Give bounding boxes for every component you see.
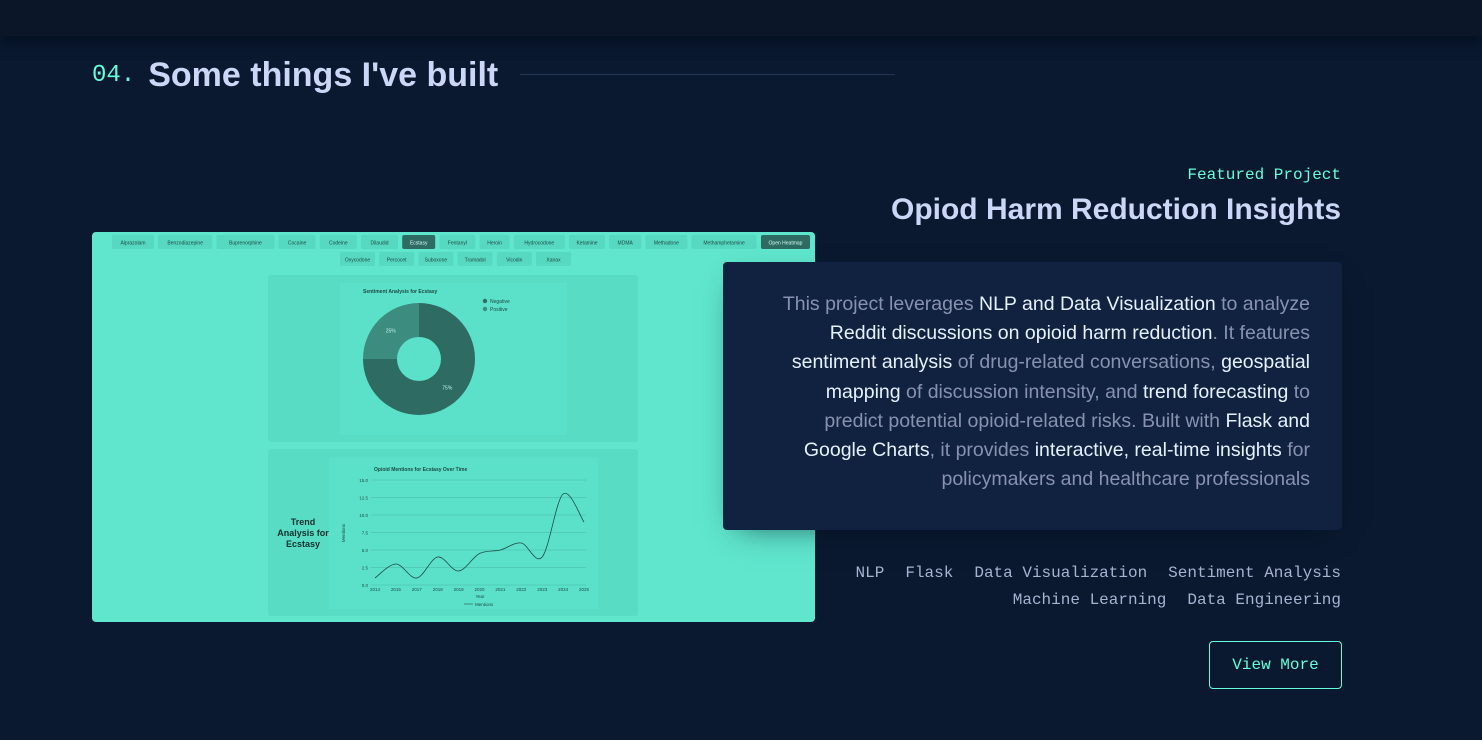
drug-button-label: Buprenorphine (229, 241, 262, 247)
description-highlight: sentiment analysis (791, 351, 953, 374)
y-tick-label: 2.5 (362, 565, 369, 570)
tech-item: Data Visualization (974, 564, 1148, 582)
description-text: . It features (1212, 322, 1310, 345)
section-title: Some things I've built (148, 55, 499, 94)
project-description: This project leverages NLP and Data Visu… (723, 262, 1342, 530)
project-title[interactable]: Opiod Harm Reduction Insights (891, 193, 1341, 227)
tech-item: Flask (905, 564, 954, 582)
drug-button-label: Benzodiazepine (167, 241, 203, 247)
legend-marker (482, 298, 488, 304)
project-screenshot[interactable]: Alprazolam Benzodiazepine Buprenorphine Coc… (92, 232, 815, 622)
description-highlight: interactive, real-time insights (1034, 439, 1282, 462)
drug-button-label: Codeine (329, 241, 348, 247)
drug-button-label: Percocet (387, 258, 407, 264)
tech-item: Data Engineering (1187, 591, 1341, 609)
view-more-button[interactable]: View More (1209, 641, 1342, 689)
x-tick-label: 2022 (516, 587, 527, 592)
trend-side-title: Analysis for (277, 528, 329, 538)
screenshot-canvas: Alprazolam Benzodiazepine Buprenorphine Coc… (112, 235, 810, 616)
drug-button-label: Alprazolam (120, 241, 145, 247)
y-tick-label: 12.5 (359, 495, 368, 500)
x-tick-label: 2015 (391, 587, 402, 592)
description-highlight: NLP and Data Visualization (979, 293, 1216, 315)
line-title: Opioid Mentions for Ecstasy Over Time (374, 467, 467, 473)
project-overline: Featured Project (1187, 166, 1341, 184)
legend-label: Positive (490, 307, 508, 313)
description-text: This project leverages (782, 293, 979, 315)
heading-divider (520, 74, 895, 75)
tech-item: Machine Learning (1012, 591, 1167, 609)
x-tick-label: 2025 (579, 587, 590, 592)
drug-button-label: MDMA (618, 241, 634, 247)
legend-label: Negative (490, 299, 510, 305)
drug-button-label: Suboxone (425, 258, 448, 264)
x-tick-label: 2021 (495, 587, 506, 592)
tech-item: NLP (855, 564, 885, 582)
description-text: of drug-related conversations, (952, 351, 1222, 374)
x-tick-label: 2017 (412, 587, 423, 592)
y-tick-label: 0.0 (362, 583, 369, 588)
x-tick-label: 2018 (433, 587, 444, 592)
drug-button-label: Heroin (487, 241, 502, 247)
x-tick-label: 2020 (474, 587, 485, 592)
drug-button-label: Methamphetamine (703, 241, 745, 247)
legend-label: Mentions (475, 602, 494, 607)
drug-button-label: Oxycodone (345, 258, 371, 264)
y-axis-label: Mentions (341, 523, 346, 542)
description-highlight: trend forecasting (1143, 380, 1289, 403)
x-tick-label: 2024 (558, 587, 569, 592)
drug-button-label: Dilaudid (370, 241, 388, 247)
tech-item: Sentiment Analysis (1168, 564, 1341, 582)
pie-slice-label: 25% (386, 329, 397, 335)
legend-marker (482, 306, 488, 312)
y-tick-label: 15.0 (359, 478, 368, 483)
drug-button-label: Fentanyl (448, 241, 467, 247)
y-tick-label: 10.0 (359, 513, 368, 518)
trend-side-title: Ecstasy (286, 539, 320, 549)
drug-button-label: Xanax (546, 258, 561, 264)
section-number: 04. (92, 61, 136, 89)
y-tick-label: 7.5 (362, 530, 369, 535)
pie-title: Sentiment Analysis for Ecstasy (363, 289, 438, 295)
x-axis-label: Year (475, 594, 485, 599)
description-text: , it provides (929, 439, 1035, 462)
drug-button-label: Ecstasy (410, 241, 428, 247)
drug-button-label: Hydrocodone (524, 241, 554, 247)
x-tick-label: 2014 (370, 587, 381, 592)
drug-button-label: Cocaine (288, 241, 307, 247)
pie-slice-label: 75% (442, 385, 453, 391)
description-text: to analyze (1215, 293, 1310, 315)
x-tick-label: 2019 (454, 587, 465, 592)
drug-button-label: Methadone (654, 241, 679, 247)
drug-button-label: Tramadol (465, 258, 486, 264)
top-bar (0, 0, 1482, 36)
x-tick-label: 2023 (537, 587, 548, 592)
trend-side-title: Trend (291, 517, 316, 527)
description-text: of discussion intensity, and (900, 380, 1144, 403)
description-highlight: Reddit discussions on opioid harm reduct… (829, 322, 1213, 345)
drug-button-label: Vicodin (506, 258, 523, 264)
drug-button-label: Ketamine (576, 241, 597, 247)
section-heading: 04. Some things I've built (92, 52, 498, 98)
tech-list: NLP Flask Data Visualization Sentiment Anal… (781, 560, 1341, 614)
open-heatmap-label: Open Heatmap (769, 241, 803, 247)
y-tick-label: 5.0 (362, 548, 369, 553)
